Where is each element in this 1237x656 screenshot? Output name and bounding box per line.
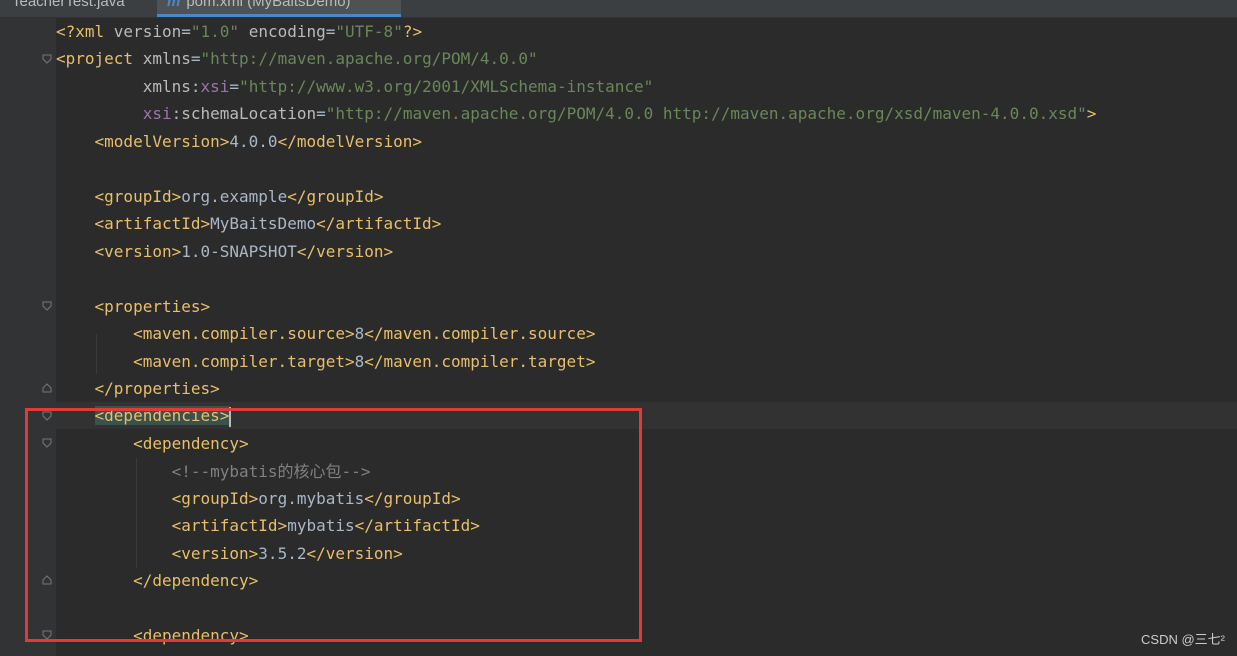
code-line-xmlns-xsi: xmlns:xsi="http://www.w3.org/2001/XMLSch… (142, 77, 654, 96)
red-annotation-box (25, 408, 642, 642)
tab-teacher-test[interactable]: TeacherTest.java (0, 0, 156, 17)
code-line-compiler-source: <maven.compiler.source>8</maven.compiler… (133, 324, 596, 343)
tab-label: pom.xml (MyBaitsDemo) (186, 0, 351, 10)
tab-pom-xml[interactable]: m pom.xml (MyBaitsDemo) (157, 0, 401, 17)
code-line-schema-location: xsi:schemaLocation="http://maven.apache.… (142, 104, 1097, 123)
code-line-project-open: <project xmlns="http://maven.apache.org/… (56, 49, 538, 68)
fold-end-icon[interactable] (42, 383, 52, 393)
fold-icon[interactable] (42, 54, 52, 64)
code-line-version: <version>1.0-SNAPSHOT</version> (94, 242, 394, 261)
code-line-model-version: <modelVersion>4.0.0</modelVersion> (94, 132, 423, 151)
code-line-properties-close: </properties> (94, 379, 220, 398)
code-line-artifact-id: <artifactId>MyBaitsDemo</artifactId> (94, 214, 442, 233)
code-line-xml-declaration: <?xml version="1.0" encoding="UTF-8"?> (56, 22, 423, 41)
tab-label: TeacherTest.java (12, 0, 125, 10)
code-line-group-id: <groupId>org.example</groupId> (94, 187, 384, 206)
code-line-properties-open: <properties> (94, 297, 211, 316)
watermark: CSDN @三七² (1141, 632, 1225, 647)
maven-icon: m (167, 0, 181, 10)
code-line-compiler-target: <maven.compiler.target>8</maven.compiler… (133, 352, 596, 371)
fold-icon[interactable] (42, 301, 52, 311)
editor-tab-bar: TeacherTest.java m pom.xml (MyBaitsDemo) (0, 0, 1237, 18)
